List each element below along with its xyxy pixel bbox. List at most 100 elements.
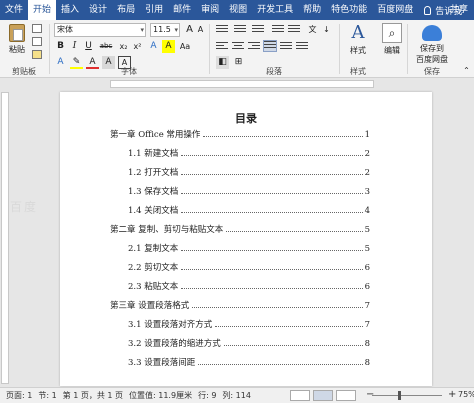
toc-entry-text: 1.1 新建文档 (128, 149, 179, 159)
save-to-baidu-button[interactable]: 保存到 百度网盘 (410, 23, 454, 65)
increase-indent-icon[interactable] (288, 25, 300, 35)
toc-dot-leader (181, 288, 363, 289)
toc-entry[interactable]: 第二章 复制、剪切与粘贴文本 5 (110, 223, 370, 235)
print-layout-button[interactable] (313, 390, 333, 401)
bold-button[interactable]: B (54, 40, 67, 53)
subscript-button[interactable]: x₂ (117, 40, 130, 53)
zoom-slider-thumb[interactable] (398, 391, 401, 400)
align-center-icon[interactable] (232, 42, 244, 52)
highlight-button[interactable]: A (162, 40, 175, 53)
chinese-layout-icon[interactable]: 文 (306, 23, 319, 36)
menu-tab[interactable]: 视图 (224, 0, 252, 20)
toc-entry[interactable]: 1.1 新建文档 2 (128, 147, 370, 159)
menu-tab[interactable]: 插入 (56, 0, 84, 20)
status-page[interactable]: 页面: 1 (6, 390, 32, 401)
editing-button[interactable]: ⌕ 编辑 (380, 23, 404, 56)
document-page[interactable]: 目录 第一章 Office 常用操作 1 1.1 新建文档 2 1.2 打开文档 2 1.3… (60, 92, 432, 386)
multilevel-list-icon[interactable] (252, 25, 264, 35)
lightbulb-icon (424, 5, 432, 15)
web-layout-button[interactable] (336, 390, 356, 401)
font-size-value: 11.5 (153, 25, 171, 34)
justify-icon[interactable] (263, 40, 277, 52)
share-button[interactable]: 共享 (450, 0, 468, 20)
toc-dot-leader (226, 231, 363, 232)
toc-entry[interactable]: 第一章 Office 常用操作 1 (110, 128, 370, 140)
toc-entry-page: 6 (364, 263, 370, 273)
toc-entry[interactable]: 第三章 设置段落格式 7 (110, 299, 370, 311)
align-right-icon[interactable] (248, 42, 260, 52)
underline-button[interactable]: U (82, 40, 95, 53)
editing-button-label: 编辑 (384, 46, 400, 55)
menu-tab[interactable]: 邮件 (168, 0, 196, 20)
toc-entry-text: 第一章 Office 常用操作 (110, 130, 201, 140)
toc-entry[interactable]: 1.3 保存文档 3 (128, 185, 370, 197)
toc-entry[interactable]: 2.2 剪切文本 6 (128, 261, 370, 273)
paste-button[interactable]: 粘贴 (5, 22, 29, 62)
bullets-icon[interactable] (216, 25, 228, 35)
menu-tab[interactable]: 帮助 (298, 0, 326, 20)
toc-entry[interactable]: 3.1 设置段落对齐方式 7 (128, 318, 370, 330)
menu-tab[interactable]: 文件 (0, 0, 28, 20)
align-left-icon[interactable] (216, 42, 228, 52)
zoom-slider[interactable] (372, 395, 442, 396)
styles-group: A 样式 样式 (340, 20, 376, 78)
toc-dot-leader (198, 364, 363, 365)
menu-tab[interactable]: 设计 (84, 0, 112, 20)
line-spacing-icon[interactable] (296, 42, 308, 52)
zoom-level[interactable]: 75% (458, 390, 474, 399)
toc-entry[interactable]: 2.1 复制文本 5 (128, 242, 370, 254)
status-section[interactable]: 节: 1 (38, 390, 56, 401)
toc-entry[interactable]: 3.2 设置段落的缩进方式 8 (128, 337, 370, 349)
menu-tab[interactable]: 开发工具 (252, 0, 298, 20)
font-size-select[interactable]: 11.5 ▾ (150, 23, 180, 37)
menu-tab[interactable]: 百度网盘 (372, 0, 418, 20)
change-case-button[interactable]: Aa (177, 40, 193, 53)
superscript-button[interactable]: x² (131, 40, 144, 53)
status-row[interactable]: 行: 9 (198, 390, 216, 401)
toc-entry-page: 6 (364, 282, 370, 292)
menu-tab[interactable]: 引用 (140, 0, 168, 20)
status-position[interactable]: 位置值: 11.9厘米 (129, 390, 192, 401)
cut-icon[interactable] (32, 24, 42, 33)
toc-entry-text: 3.1 设置段落对齐方式 (128, 320, 213, 330)
read-mode-button[interactable] (290, 390, 310, 401)
copy-icon[interactable] (32, 37, 42, 46)
chevron-down-icon: ▾ (174, 26, 178, 34)
format-painter-icon[interactable] (32, 50, 42, 59)
distributed-icon[interactable] (280, 42, 292, 52)
shrink-font-button[interactable]: A (194, 23, 207, 36)
menu-tab[interactable]: 开始 (28, 0, 57, 20)
numbering-icon[interactable] (234, 25, 246, 35)
strikethrough-button[interactable]: abc (97, 40, 115, 53)
share-label: 共享 (449, 5, 468, 15)
toc-entry-page: 8 (364, 339, 370, 349)
vertical-ruler[interactable] (1, 92, 9, 384)
menu-tab[interactable]: 特色功能 (326, 0, 372, 20)
toc-entry[interactable]: 1.2 打开文档 2 (128, 166, 370, 178)
toc-entry[interactable]: 1.4 关闭文档 4 (128, 204, 370, 216)
status-pages[interactable]: 第 1 页，共 1 页 (63, 390, 123, 401)
font-name-select[interactable]: 宋体 ▾ (54, 23, 146, 37)
menu-tab[interactable]: 审阅 (196, 0, 224, 20)
toc-entry-page: 2 (364, 168, 370, 178)
styles-button[interactable]: A 样式 (344, 23, 372, 56)
menu-tab[interactable]: 布局 (112, 0, 140, 20)
text-effects-button[interactable]: A (147, 40, 160, 53)
status-col[interactable]: 列: 114 (222, 390, 251, 401)
sort-icon[interactable]: ↓ (320, 23, 333, 36)
toc-entry[interactable]: 3.3 设置段落间距 8 (128, 356, 370, 368)
chevron-down-icon: ▾ (140, 26, 144, 34)
toc-dot-leader (223, 345, 363, 346)
italic-button[interactable]: I (68, 40, 81, 53)
horizontal-ruler[interactable] (0, 79, 474, 89)
editing-group: ⌕ 编辑 (378, 20, 406, 78)
toc-entry-page: 8 (364, 358, 370, 368)
zoom-in-button[interactable]: + (448, 389, 456, 400)
font-group-label: 字体 (121, 67, 137, 76)
toc-dot-leader (192, 307, 363, 308)
search-icon: ⌕ (382, 23, 402, 43)
paste-label: 粘贴 (9, 45, 25, 54)
collapse-ribbon-icon[interactable]: ⌃ (460, 64, 473, 77)
decrease-indent-icon[interactable] (272, 25, 284, 35)
toc-entry[interactable]: 2.3 粘贴文本 6 (128, 280, 370, 292)
